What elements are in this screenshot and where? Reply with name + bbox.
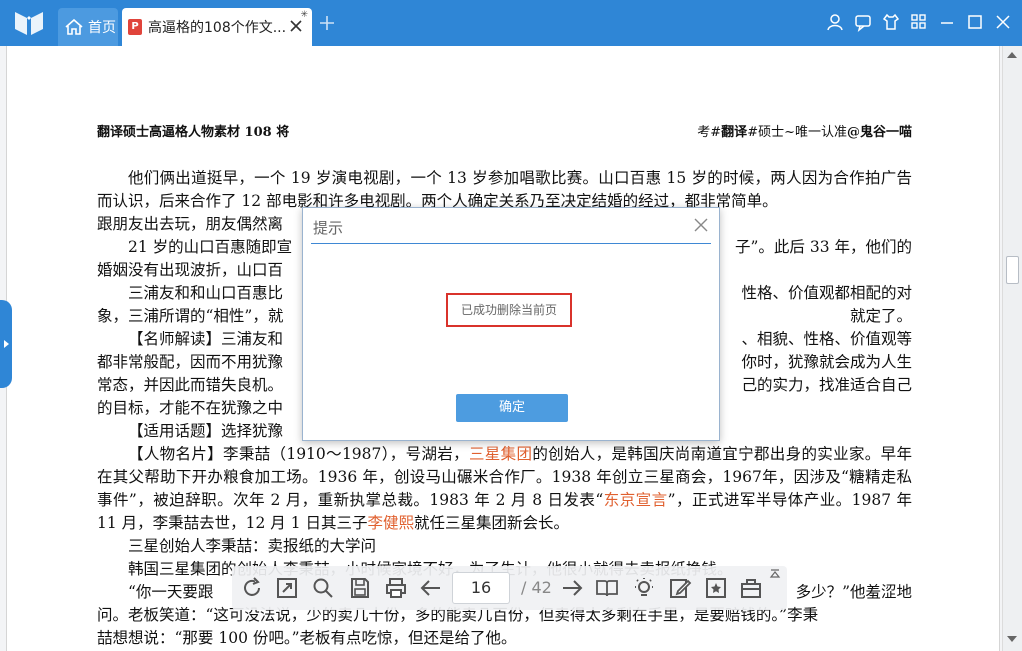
minimize-icon[interactable] [938, 12, 956, 32]
scroll-down-arrow-icon[interactable] [1007, 636, 1017, 642]
page-header-title: 翻译硕士高逼格人物素材 108 将 [97, 125, 290, 140]
brightness-icon[interactable] [632, 576, 656, 600]
skin-icon[interactable] [882, 12, 900, 32]
read-mode-icon[interactable] [595, 576, 619, 600]
pdf-file-icon: P [128, 19, 142, 35]
paragraph-person-card: 【人物名片】李秉喆（1910～1987），号湖岩，三星集团的创始人，是韩国庆尚南… [97, 445, 912, 532]
maximize-icon[interactable] [966, 12, 984, 32]
app-logo-icon [15, 12, 43, 35]
link-lee-kun-hee[interactable]: 李健熙 [368, 514, 415, 532]
dialog-message: 已成功删除当前页 [446, 293, 572, 327]
dialog-close-icon[interactable] [693, 217, 709, 233]
bookmark-icon[interactable] [704, 576, 728, 600]
next-page-icon[interactable] [560, 576, 584, 600]
rotate-icon[interactable] [240, 576, 264, 600]
search-icon[interactable] [311, 576, 335, 600]
scrollbar-thumb[interactable] [1006, 256, 1019, 284]
link-samsung-group[interactable]: 三星集团 [469, 445, 532, 463]
tab-document-label: 高逼格的108个作文... [148, 20, 287, 36]
new-tab-icon[interactable] [318, 14, 336, 32]
title-bar: 首页 P 高逼格的108个作文... ✳ [0, 0, 1022, 46]
fit-page-icon[interactable] [275, 576, 299, 600]
apps-grid-icon[interactable] [910, 12, 928, 32]
save-icon[interactable] [348, 576, 372, 600]
text-line: 三星创始人李秉喆：卖报纸的大学问 [128, 537, 377, 555]
previous-page-icon[interactable] [419, 576, 443, 600]
prompt-dialog: 提示 已成功删除当前页 确定 [302, 207, 720, 441]
page-header-author: 考#翻译#硕士~唯一认准@鬼谷一喵 [697, 125, 912, 140]
text-line: 喆想想说：“那要 100 份吧。”老板有点吃惊，但还是给了他。 [97, 629, 517, 647]
annotate-icon[interactable] [668, 576, 692, 600]
user-icon[interactable] [826, 12, 844, 32]
tab-document[interactable]: P 高逼格的108个作文... ✳ [122, 8, 312, 46]
page-number-input[interactable]: 16 [452, 572, 510, 604]
close-window-icon[interactable] [994, 12, 1012, 32]
close-tab-icon[interactable] [288, 18, 304, 34]
scroll-up-arrow-icon[interactable] [1007, 52, 1017, 58]
window-controls [826, 12, 1012, 32]
collapse-toolbar-icon[interactable] [769, 568, 781, 580]
tab-home-label: 首页 [88, 20, 116, 36]
dialog-title: 提示 [313, 219, 344, 237]
sidebar-toggle[interactable] [0, 300, 12, 388]
home-icon [65, 18, 83, 35]
print-icon[interactable] [384, 576, 408, 600]
link-tokyo-declaration[interactable]: 东京宣言 [603, 491, 667, 509]
vertical-scrollbar[interactable] [1002, 46, 1022, 651]
confirm-button[interactable]: 确定 [456, 394, 568, 422]
toolbox-icon[interactable] [739, 576, 763, 600]
message-icon[interactable] [854, 12, 872, 32]
bottom-toolbar: 16 / 42 [232, 566, 787, 610]
page-total: / 42 [521, 578, 552, 597]
tab-home[interactable]: 首页 [58, 8, 118, 46]
dialog-divider [311, 243, 711, 244]
